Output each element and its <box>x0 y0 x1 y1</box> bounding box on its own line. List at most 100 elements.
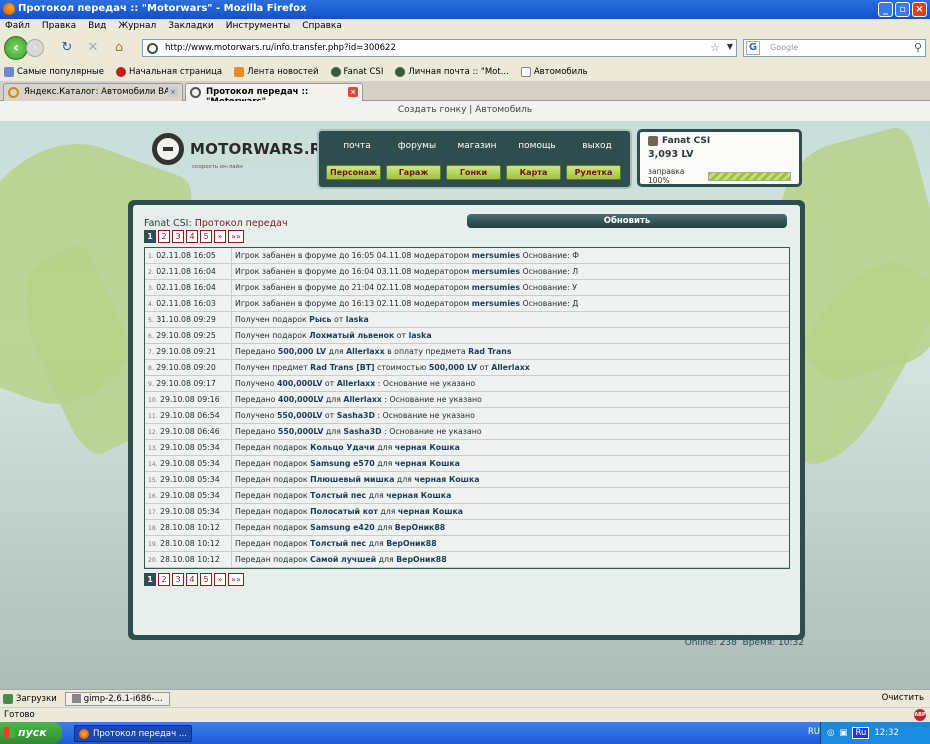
page-next[interactable]: » <box>214 230 226 243</box>
tray-icon[interactable]: ◎ <box>827 728 834 738</box>
page-3[interactable]: 3 <box>172 573 184 586</box>
back-button[interactable]: ‹ <box>4 36 28 60</box>
log-highlight[interactable]: mersumies <box>472 267 520 276</box>
page-5[interactable]: 5 <box>200 573 212 586</box>
log-highlight[interactable]: черная Кошка <box>395 443 460 452</box>
log-highlight[interactable]: черная Кошка <box>386 491 451 500</box>
site-top-links[interactable]: Создать гонку | Автомобиль <box>0 101 930 121</box>
log-highlight[interactable]: Рысь <box>309 315 331 324</box>
menu-bookmarks[interactable]: Закладки <box>168 21 214 32</box>
log-highlight[interactable]: 550,000LV <box>277 411 322 420</box>
page-2[interactable]: 2 <box>158 230 170 243</box>
log-highlight[interactable]: Allerlaxx <box>346 347 385 356</box>
bookmark-star-icon[interactable]: ☆ <box>710 41 720 54</box>
page-4[interactable]: 4 <box>186 573 198 586</box>
downloads-item[interactable]: Загрузки <box>3 693 57 704</box>
page-2[interactable]: 2 <box>158 573 170 586</box>
close-tab-icon[interactable]: × <box>348 87 358 97</box>
page-last[interactable]: »» <box>228 230 244 243</box>
user-name[interactable]: Fanat CSI <box>648 136 791 146</box>
log-highlight[interactable]: Кольцо Удачи <box>310 443 375 452</box>
site-logo[interactable]: MOTORWARS.RU скорость он-лайн <box>152 133 334 170</box>
reload-icon[interactable]: ↻ <box>58 39 76 57</box>
log-highlight[interactable]: 500,000 LV <box>429 363 477 372</box>
page-1[interactable]: 1 <box>144 230 156 243</box>
log-highlight[interactable]: Sasha3D <box>343 427 381 436</box>
log-highlight[interactable]: Allerlaxx <box>337 379 376 388</box>
menu-edit[interactable]: Правка <box>42 21 76 32</box>
tray-language[interactable]: Ru <box>852 727 870 739</box>
bookmark-item[interactable]: Fanat CSI <box>330 67 383 77</box>
nav-forums[interactable]: форумы <box>387 141 447 151</box>
page-5[interactable]: 5 <box>200 230 212 243</box>
stop-icon[interactable]: ✕ <box>84 39 102 57</box>
log-highlight[interactable]: черная Кошка <box>414 475 479 484</box>
close-tab-icon[interactable]: × <box>168 87 178 97</box>
map-button[interactable]: Карта <box>506 165 561 180</box>
log-highlight[interactable]: Samsung e570 <box>310 459 375 468</box>
bookmark-item[interactable]: Лента новостей <box>234 67 319 77</box>
log-highlight[interactable]: ВерОник88 <box>395 523 445 532</box>
bookmark-item[interactable]: Самые популярные <box>4 67 104 77</box>
clear-downloads-button[interactable]: Очистить <box>882 693 924 703</box>
log-highlight[interactable]: Толстый пес <box>310 491 366 500</box>
page-1[interactable]: 1 <box>144 573 156 586</box>
input-language[interactable]: RU <box>808 727 820 737</box>
log-highlight[interactable]: Sasha3D <box>337 411 375 420</box>
log-highlight[interactable]: Rad Trans <box>468 347 511 356</box>
page-last[interactable]: »» <box>228 573 244 586</box>
search-input[interactable]: G Google ⚲ <box>743 39 926 57</box>
nav-help[interactable]: помощь <box>507 141 567 151</box>
log-highlight[interactable]: 550,000LV <box>278 427 323 436</box>
bookmark-item[interactable]: Начальная страница <box>115 67 222 77</box>
log-highlight[interactable]: laska <box>409 331 432 340</box>
log-highlight[interactable]: Samsung e420 <box>310 523 375 532</box>
maximize-button[interactable]: ▫ <box>895 2 910 17</box>
menu-file[interactable]: Файл <box>5 21 30 32</box>
log-highlight[interactable]: mersumies <box>472 299 520 308</box>
races-button[interactable]: Гонки <box>446 165 501 180</box>
url-bar[interactable]: http://www.motorwars.ru/info.transfer.ph… <box>142 39 737 57</box>
close-window-button[interactable]: × <box>912 2 927 17</box>
log-highlight[interactable]: laska <box>346 315 369 324</box>
log-highlight[interactable]: черная Кошка <box>395 459 460 468</box>
menu-view[interactable]: Вид <box>88 21 106 32</box>
url-dropdown-icon[interactable]: ▼ <box>727 42 733 51</box>
log-highlight[interactable]: Плюшевый мишка <box>310 475 394 484</box>
home-icon[interactable]: ⌂ <box>110 39 128 57</box>
log-highlight[interactable]: черная Кошка <box>398 507 463 516</box>
log-highlight[interactable]: Полосатый кот <box>310 507 378 516</box>
tab-yandex[interactable]: Яндекс.Каталог: Автомобили ВАЗ × <box>3 83 183 101</box>
menu-tools[interactable]: Инструменты <box>226 21 290 32</box>
tray-icon[interactable]: ▣ <box>839 728 847 738</box>
log-highlight[interactable]: ВерОник88 <box>396 555 446 564</box>
refresh-button[interactable]: Обновить <box>467 214 787 228</box>
page-3[interactable]: 3 <box>172 230 184 243</box>
google-icon[interactable]: G <box>746 41 760 55</box>
minimize-button[interactable]: _ <box>878 2 893 17</box>
log-highlight[interactable]: Толстый пес <box>310 539 366 548</box>
nav-shop[interactable]: магазин <box>447 141 507 151</box>
menu-history[interactable]: Журнал <box>118 21 156 32</box>
log-highlight[interactable]: Allerlaxx <box>343 395 382 404</box>
taskbar-item-firefox[interactable]: Протокол передач ... <box>74 724 192 742</box>
start-button[interactable]: пуск <box>0 722 62 744</box>
forward-button[interactable]: › <box>26 39 44 57</box>
log-highlight[interactable]: Allerlaxx <box>491 363 530 372</box>
log-highlight[interactable]: mersumies <box>472 251 520 260</box>
download-gimp[interactable]: gimp-2.6.1-i686-... <box>64 691 170 706</box>
log-highlight[interactable]: ВерОник88 <box>386 539 436 548</box>
log-highlight[interactable]: Rad Trans [BT] <box>310 363 374 372</box>
tab-motorwars[interactable]: Протокол передач :: "Motorwars" × <box>185 83 363 107</box>
log-highlight[interactable]: Лохматый львенок <box>309 331 394 340</box>
menu-help[interactable]: Справка <box>302 21 342 32</box>
log-highlight[interactable]: 400,000LV <box>277 379 322 388</box>
log-highlight[interactable]: 400,000LV <box>278 395 323 404</box>
bookmark-item[interactable]: Личная почта :: "Mot... <box>395 67 509 77</box>
character-button[interactable]: Персонаж <box>326 165 381 180</box>
adblock-icon[interactable]: ABP <box>914 709 926 721</box>
roulette-button[interactable]: Рулетка <box>566 165 621 180</box>
bookmark-item[interactable]: Автомобиль <box>520 67 588 77</box>
search-icon[interactable]: ⚲ <box>914 41 922 54</box>
nav-exit[interactable]: выход <box>567 141 627 151</box>
